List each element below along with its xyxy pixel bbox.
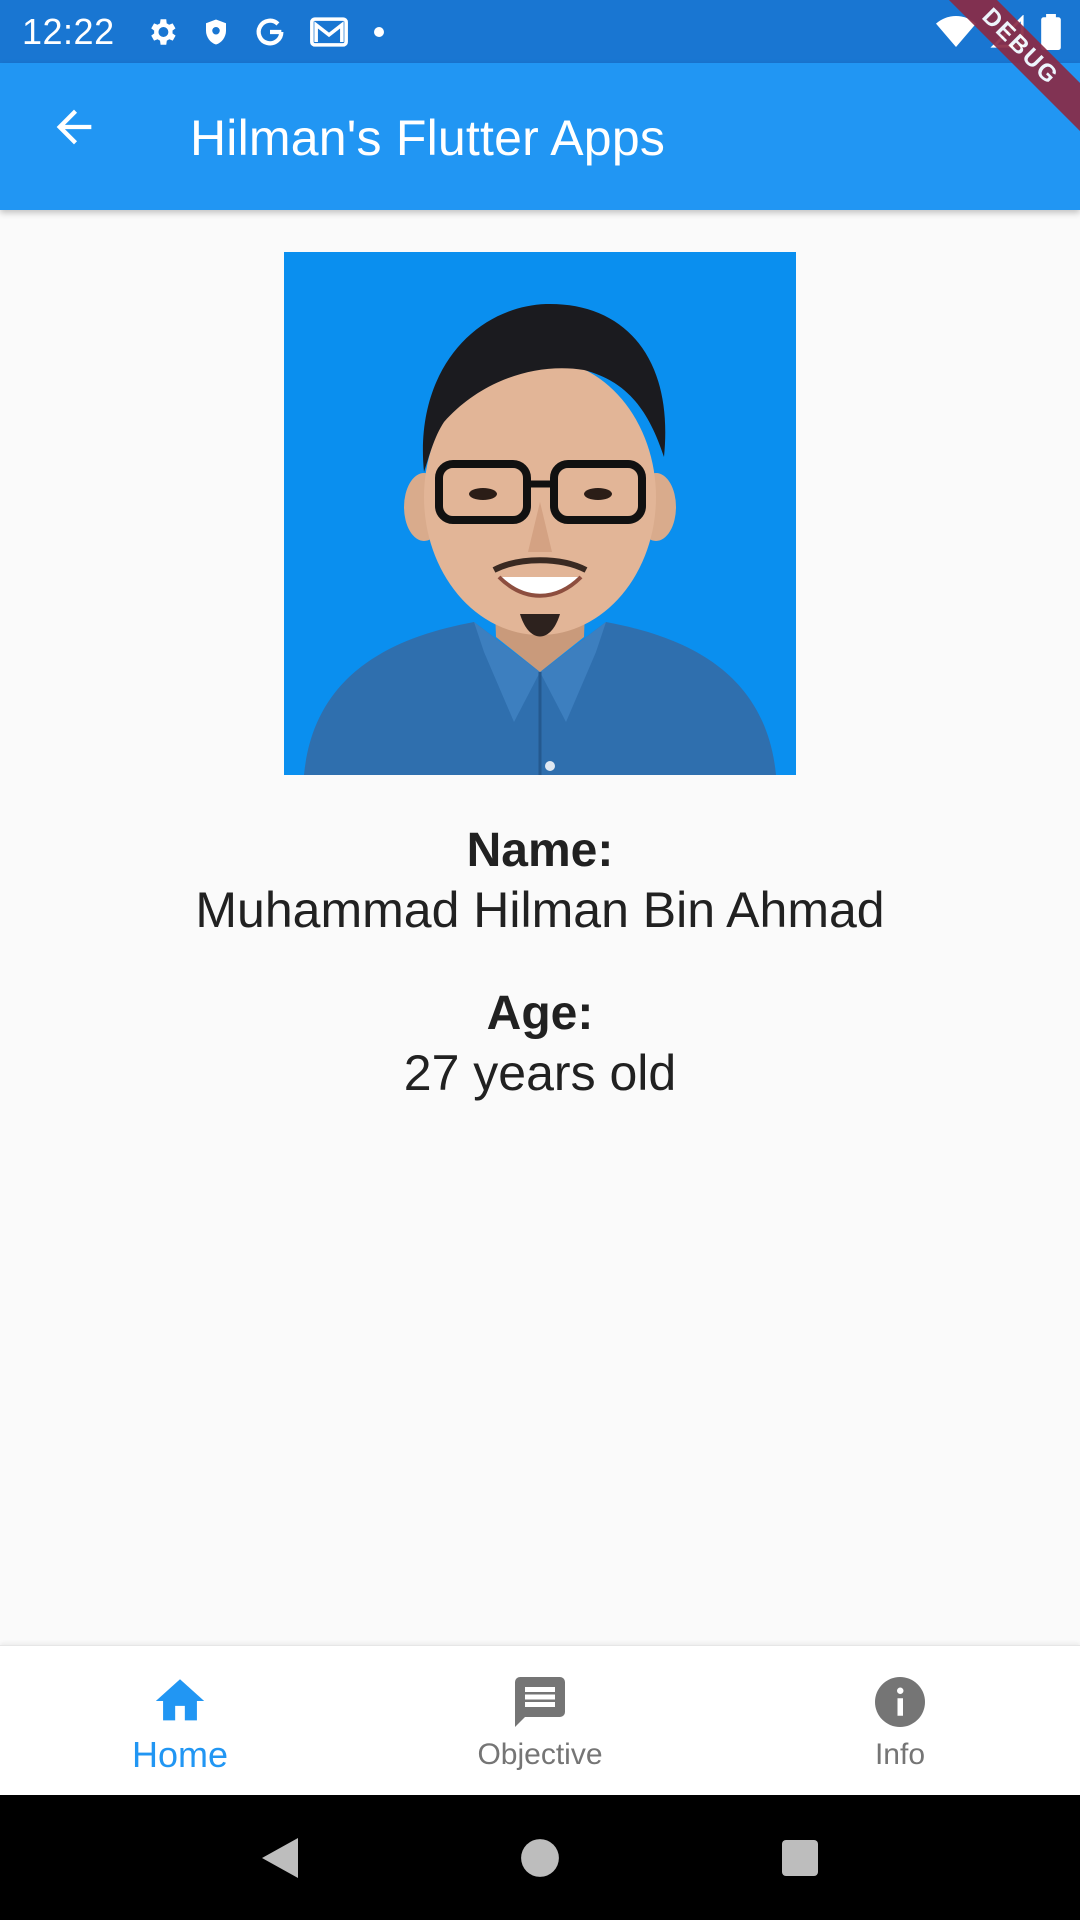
- name-value: Muhammad Hilman Bin Ahmad: [195, 882, 885, 938]
- name-label: Name:: [466, 824, 614, 877]
- status-icons-left: [145, 15, 387, 49]
- gmail-icon: [309, 16, 348, 47]
- profile-photo: [284, 252, 796, 775]
- back-triangle-icon: [262, 1837, 298, 1878]
- age-value: 27 years old: [403, 1045, 677, 1101]
- system-navigation-bar: [0, 1795, 1080, 1920]
- arrow-back-icon: [56, 109, 92, 145]
- home-circle-icon: [521, 1838, 559, 1877]
- age-label: Age:: [486, 987, 594, 1040]
- info-icon: [875, 1677, 925, 1727]
- bottom-navigation: Home Objective Info: [0, 1645, 1080, 1795]
- settings-icon: [150, 18, 176, 45]
- age-section: Age: 27 years old: [0, 985, 1080, 1103]
- google-icon: [256, 18, 284, 45]
- battery-icon: [1041, 13, 1061, 50]
- home-icon: [155, 1679, 205, 1721]
- page-title: Hilman's Flutter Apps: [190, 110, 666, 166]
- back-button[interactable]: [40, 93, 108, 161]
- nav-label-home: Home: [131, 1734, 229, 1775]
- status-time: 12:22: [22, 10, 115, 52]
- nav-item-home[interactable]: Home: [0, 1646, 360, 1795]
- system-home-button[interactable]: [510, 1828, 570, 1888]
- shield-icon: [205, 19, 226, 44]
- name-section: Name: Muhammad Hilman Bin Ahmad: [0, 822, 1080, 940]
- person-portrait-image: [284, 252, 796, 775]
- nav-item-objective[interactable]: Objective: [360, 1646, 720, 1795]
- system-recents-button[interactable]: [770, 1828, 830, 1888]
- system-back-button[interactable]: [250, 1828, 310, 1888]
- message-icon: [515, 1677, 565, 1727]
- nav-item-info[interactable]: Info: [720, 1646, 1080, 1795]
- app-screen: 12:22 DEBUG Hilman's Flutter Apps Name: …: [0, 0, 1080, 1920]
- status-bar: 12:22: [0, 0, 1080, 63]
- nav-label-objective: Objective: [477, 1738, 603, 1771]
- main-content: Name: Muhammad Hilman Bin Ahmad Age: 27 …: [0, 210, 1080, 1645]
- nav-label-info: Info: [874, 1738, 926, 1771]
- dot-icon: [373, 26, 384, 37]
- app-bar: Hilman's Flutter Apps: [0, 63, 1080, 210]
- recents-square-icon: [782, 1839, 818, 1876]
